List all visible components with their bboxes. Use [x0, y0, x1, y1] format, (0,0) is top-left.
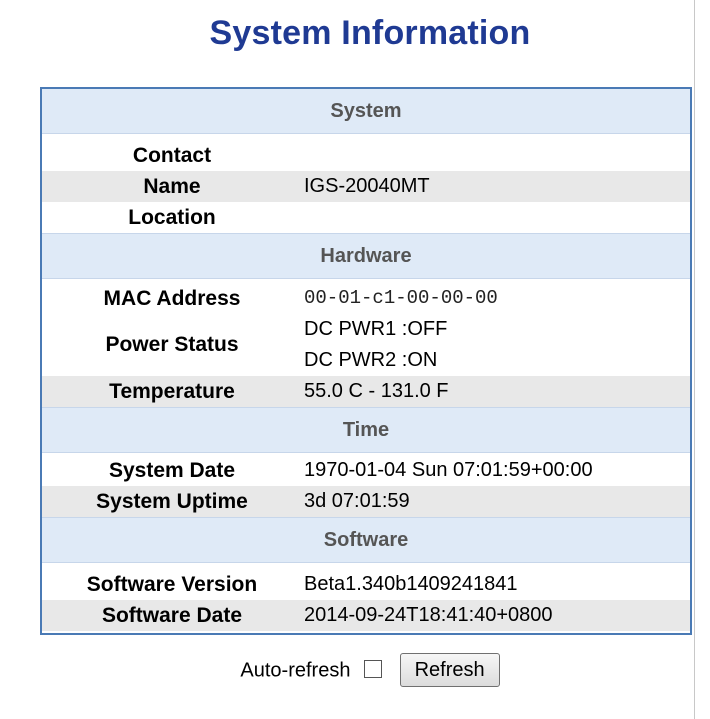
row-software-version: Software Version Beta1.340b1409241841 [42, 569, 690, 600]
row-mac-address: MAC Address 00-01-c1-00-00-00 [42, 283, 690, 314]
auto-refresh-label: Auto-refresh [240, 659, 351, 682]
row-location: Location [42, 202, 690, 233]
system-uptime-value: 3d 07:01:59 [304, 490, 410, 512]
refresh-controls: Auto-refresh Refresh [0, 650, 710, 690]
system-date-label: System Date [108, 459, 236, 482]
section-header-software: Software [42, 517, 690, 563]
section-header-time: Time [42, 407, 690, 453]
power-status-label: Power Status [105, 333, 239, 356]
system-date-value: 1970-01-04 Sun 07:01:59+00:00 [304, 459, 593, 481]
mac-address-label: MAC Address [103, 287, 241, 310]
mac-address-value: 00-01-c1-00-00-00 [304, 287, 498, 309]
name-label: Name [143, 175, 201, 198]
contact-label: Contact [132, 144, 212, 167]
software-date-label: Software Date [101, 604, 243, 627]
page-edge-line [694, 0, 695, 719]
system-uptime-label: System Uptime [96, 490, 248, 513]
software-date-value: 2014-09-24T18:41:40+0800 [304, 604, 553, 626]
row-system-uptime: System Uptime 3d 07:01:59 [42, 486, 690, 517]
software-version-value: Beta1.340b1409241841 [304, 573, 518, 595]
temperature-label: Temperature [109, 380, 235, 403]
section-header-hardware: Hardware [42, 233, 690, 279]
row-temperature: Temperature 55.0 C - 131.0 F [42, 376, 690, 407]
system-info-table: System Contact Name IGS-20040MT Location… [40, 87, 692, 635]
name-value: IGS-20040MT [304, 175, 430, 197]
power-status-pwr2: DC PWR2 :ON [304, 349, 438, 371]
power-status-pwr1: DC PWR1 :OFF [304, 318, 448, 340]
row-contact: Contact [42, 140, 690, 171]
row-system-date: System Date 1970-01-04 Sun 07:01:59+00:0… [42, 455, 690, 486]
auto-refresh-checkbox[interactable] [364, 659, 383, 678]
row-software-date: Software Date 2014-09-24T18:41:40+0800 [42, 600, 690, 631]
row-power-status: Power Status DC PWR1 :OFF DC PWR2 :ON [42, 314, 690, 376]
software-version-label: Software Version [86, 573, 258, 596]
location-label: Location [128, 206, 216, 229]
section-header-system: System [42, 89, 690, 134]
temperature-value: 55.0 C - 131.0 F [304, 380, 449, 402]
refresh-button[interactable]: Refresh [399, 652, 500, 687]
page-title: System Information [209, 14, 531, 52]
row-name: Name IGS-20040MT [42, 171, 690, 202]
